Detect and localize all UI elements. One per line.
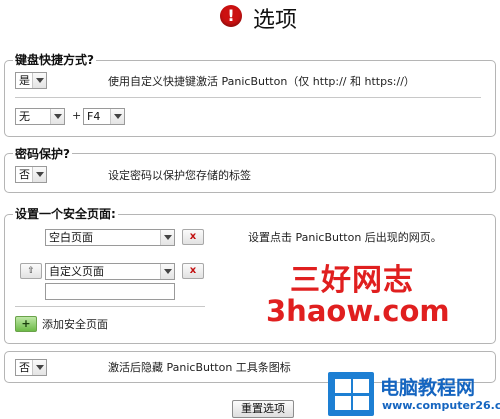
chevron-down-icon xyxy=(32,73,46,88)
warning-icon: ! xyxy=(220,5,242,27)
hotkey-divider xyxy=(15,97,481,98)
hotkey-group xyxy=(4,60,496,137)
chevron-down-icon xyxy=(50,109,64,124)
watermark-logo-url: www.computer26.com xyxy=(382,399,500,412)
password-enable-value: 否 xyxy=(19,168,30,181)
chevron-down-icon xyxy=(110,109,124,124)
hotkey-modifier-value: 无 xyxy=(19,110,30,123)
safe-page-group-title: 设置一个安全页面: xyxy=(13,205,118,222)
safe-page-row1-select[interactable]: 空白页面 xyxy=(45,229,175,246)
hotkey-group-title: 键盘快捷方式? xyxy=(13,51,96,68)
custom-page-url-input[interactable] xyxy=(45,283,175,300)
hotkey-enable-value: 是 xyxy=(19,74,30,87)
toolbar-icon-description: 激活后隐藏 PanicButton 工具条图标 xyxy=(108,361,291,374)
safe-page-row1-value: 空白页面 xyxy=(49,231,93,244)
hotkey-key-select[interactable]: F4 xyxy=(83,108,125,125)
password-group-title: 密码保护? xyxy=(13,145,72,162)
hotkey-plus-sign: + xyxy=(72,109,82,122)
chevron-down-icon xyxy=(32,360,46,375)
chevron-down-icon xyxy=(160,230,174,245)
page-title: 选项 xyxy=(253,8,298,33)
add-safe-page-label[interactable]: 添加安全页面 xyxy=(42,316,108,332)
hotkey-enable-select[interactable]: 是 xyxy=(15,72,47,89)
chevron-down-icon xyxy=(32,167,46,182)
toolbar-icon-select[interactable]: 否 xyxy=(15,359,47,376)
move-up-button[interactable]: ⇧ xyxy=(20,263,42,279)
add-safe-page-button[interactable]: + xyxy=(15,316,37,332)
remove-safe-page-button[interactable]: x xyxy=(182,263,204,279)
watermark-logo-name: 电脑教程网 xyxy=(380,377,476,399)
watermark-site-en: 3haow.com xyxy=(266,294,450,328)
password-description: 设定密码以保护您存储的标签 xyxy=(108,169,251,182)
hotkey-modifier-select[interactable]: 无 xyxy=(15,108,65,125)
watermark-logo: 电脑教程网 www.computer26.com xyxy=(328,370,500,419)
safe-page-divider xyxy=(15,306,205,307)
reset-options-button[interactable]: 重置选项 xyxy=(232,400,294,418)
watermark-site-cn: 三好网志 xyxy=(290,263,414,298)
safe-page-description: 设置点击 PanicButton 后出现的网页。 xyxy=(248,231,442,244)
hotkey-enable-description: 使用自定义快捷键激活 PanicButton（仅 http:// 和 https… xyxy=(108,75,415,88)
toolbar-icon-value: 否 xyxy=(19,361,30,374)
chevron-down-icon xyxy=(160,264,174,279)
hotkey-key-value: F4 xyxy=(87,110,101,123)
remove-safe-page-button[interactable]: x xyxy=(182,229,204,245)
safe-page-row2-value: 自定义页面 xyxy=(49,265,104,278)
password-enable-select[interactable]: 否 xyxy=(15,166,47,183)
safe-page-row2-select[interactable]: 自定义页面 xyxy=(45,263,175,280)
windows-logo-icon xyxy=(328,372,374,416)
